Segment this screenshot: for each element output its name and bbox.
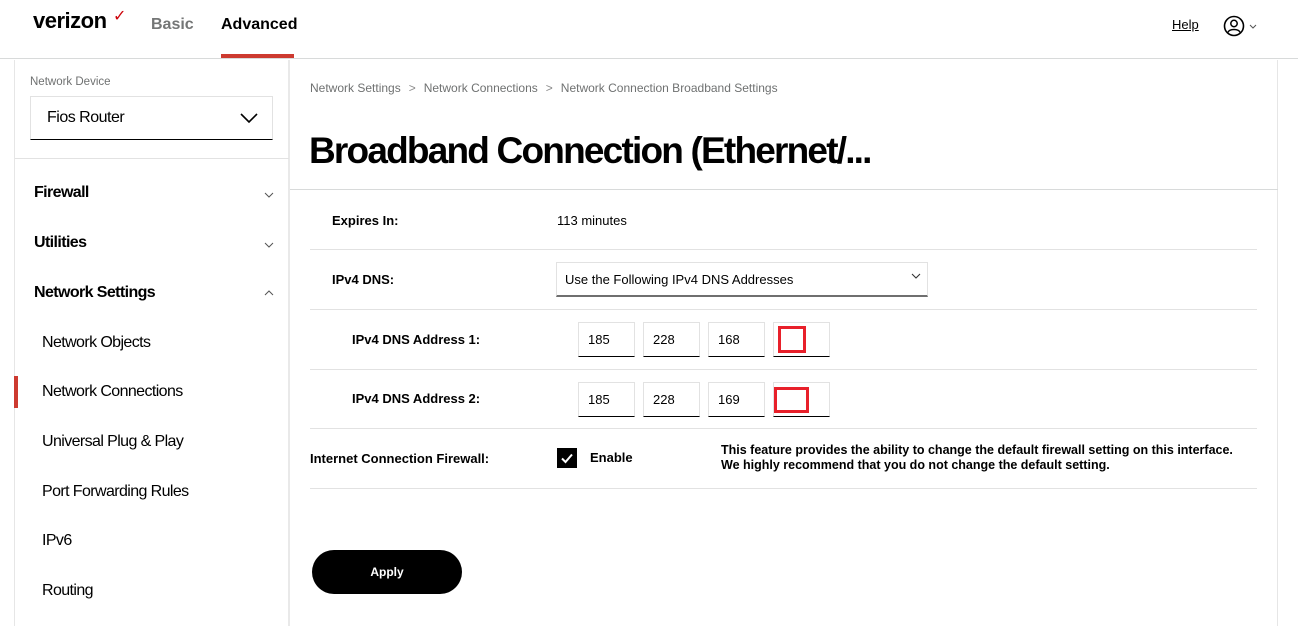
logo-check-icon: ✓ [113,8,126,25]
sidebar-group-network-settings[interactable]: Network Settings [34,284,274,302]
title-divider [290,189,1278,190]
tab-basic[interactable]: Basic [151,16,194,34]
user-circle-icon [1223,15,1257,37]
sidebar: Network Device Fios Router Firewall Util… [14,60,290,626]
help-link[interactable]: Help [1172,17,1199,32]
sidebar-item-routing[interactable]: Routing [42,582,94,600]
sidebar-group-label: Firewall [34,184,89,201]
sidebar-item-ipv6[interactable]: IPv6 [42,532,72,550]
firewall-label: Internet Connection Firewall: [310,451,490,466]
sidebar-group-label: Utilities [34,234,87,251]
sidebar-divider [15,158,289,159]
breadcrumb-separator-icon: > [408,81,416,95]
breadcrumb-separator-icon: > [545,81,553,95]
sidebar-item-network-connections[interactable]: Network Connections [42,383,183,401]
chevron-up-icon [264,290,274,296]
firewall-enable-label: Enable [590,450,633,465]
main-content: Network Settings > Network Connections > Net… [290,60,1278,626]
sidebar-group-label: Network Settings [34,284,156,301]
active-item-indicator [14,376,18,408]
checkmark-icon [561,453,573,464]
account-menu-button[interactable] [1223,15,1259,37]
page-title: Broadband Connection (Ethernet/... [309,130,872,171]
firewall-enable-checkbox[interactable] [557,448,577,468]
chevron-down-icon [264,242,274,248]
row-divider [310,249,1257,250]
breadcrumb-current: Network Connection Broadband Settings [560,81,778,95]
chevron-down-icon [264,192,274,198]
dns1-octet-1-input[interactable]: 185 [578,322,635,357]
breadcrumb-network-settings[interactable]: Network Settings [310,81,401,95]
row-divider [310,428,1257,429]
dns-address-2-label: IPv4 DNS Address 2: [352,391,481,406]
ipv4-dns-value: Use the Following IPv4 DNS Addresses [565,272,794,287]
breadcrumb-network-connections[interactable]: Network Connections [424,81,538,95]
chevron-down-icon [911,273,921,279]
top-header: verizon ✓ Basic Advanced Help [0,0,1298,59]
logo-text: verizon [33,8,107,33]
expires-value: 113 minutes [557,213,627,228]
firewall-note: This feature provides the ability to cha… [721,443,1233,472]
sidebar-group-firewall[interactable]: Firewall [34,184,274,202]
highlight-box [774,387,809,413]
chevron-down-icon [240,113,258,124]
dns2-octet-1-input[interactable]: 185 [578,382,635,417]
network-device-select[interactable]: Fios Router [30,96,273,140]
expires-label: Expires In: [332,213,399,228]
highlight-box [778,326,806,353]
sidebar-item-port-forwarding-rules[interactable]: Port Forwarding Rules [42,483,189,501]
dns1-octet-3-input[interactable]: 168 [708,322,765,357]
sidebar-item-network-objects[interactable]: Network Objects [42,334,151,352]
network-device-value: Fios Router [47,109,125,126]
sidebar-group-utilities[interactable]: Utilities [34,234,274,252]
dns-address-1-label: IPv4 DNS Address 1: [352,332,481,347]
ipv4-dns-label: IPv4 DNS: [332,272,395,287]
row-divider [310,369,1257,370]
row-divider [310,309,1257,310]
breadcrumb: Network Settings > Network Connections > Net… [310,81,778,95]
dns2-octet-3-input[interactable]: 169 [708,382,765,417]
tab-advanced[interactable]: Advanced [221,16,297,34]
dns1-octet-2-input[interactable]: 228 [643,322,700,357]
dns2-octet-2-input[interactable]: 228 [643,382,700,417]
network-device-label: Network Device [30,76,111,88]
ipv4-dns-select[interactable]: Use the Following IPv4 DNS Addresses [556,262,928,297]
apply-button[interactable]: Apply [312,550,462,594]
sidebar-item-universal-plug-play[interactable]: Universal Plug & Play [42,433,184,451]
row-divider [310,488,1257,489]
verizon-logo[interactable]: verizon ✓ [33,8,126,34]
active-tab-indicator [221,54,294,58]
